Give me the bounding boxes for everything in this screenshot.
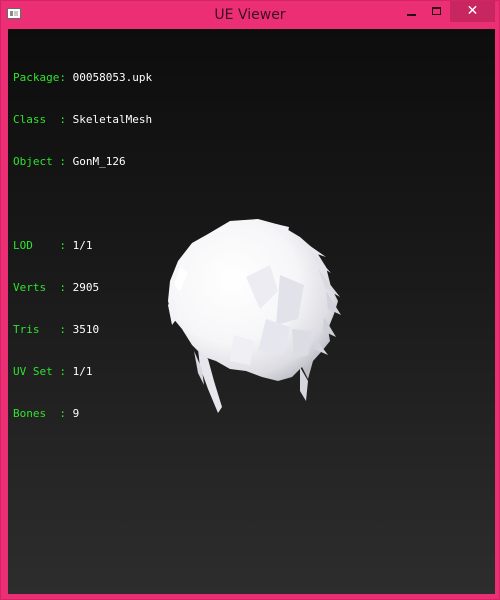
close-icon: ✕ [466,3,479,19]
hair-mesh-render [168,219,341,413]
close-button[interactable]: ✕ [450,1,495,22]
3d-viewport[interactable]: Package: 00058053.upk Class : SkeletalMe… [8,29,495,594]
minimize-icon [407,14,416,16]
ue-viewer-window: UE Viewer ✕ Package: 00058053.upk Class … [0,0,500,600]
minimize-button[interactable] [398,1,424,22]
maximize-icon [432,7,441,15]
title-bar[interactable]: UE Viewer ✕ [1,1,499,29]
maximize-button[interactable] [424,1,450,22]
